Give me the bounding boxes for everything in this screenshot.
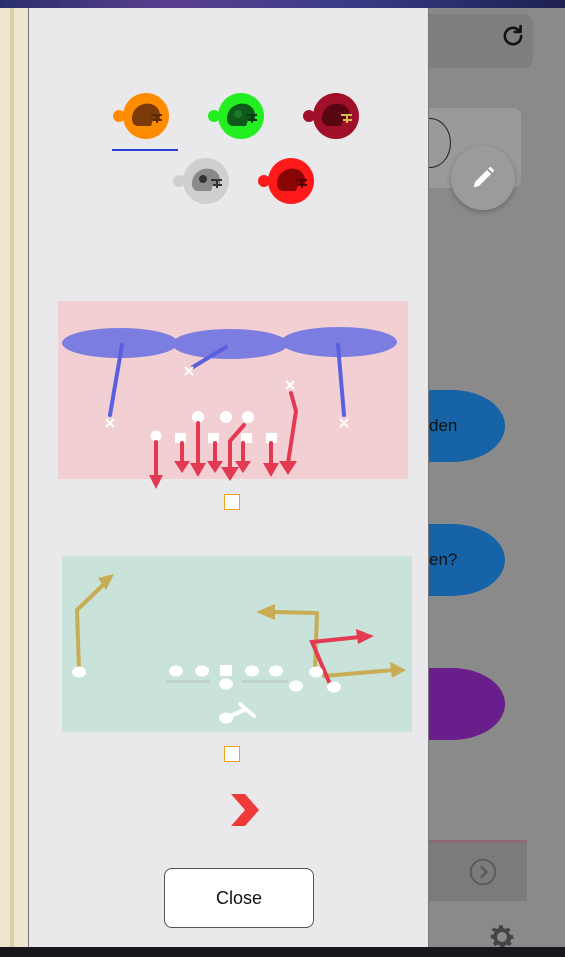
play-2-checkbox[interactable] [224, 746, 240, 762]
option-button-3[interactable] [429, 668, 505, 740]
helmet-icon [132, 103, 162, 126]
window-top-strip [0, 0, 565, 8]
gear-icon[interactable] [485, 920, 519, 947]
play-diagram-2[interactable] [62, 556, 412, 734]
team-option-4[interactable] [173, 158, 229, 208]
chevron-right-icon[interactable] [228, 792, 262, 828]
helmet-icon [227, 103, 257, 126]
team-option-2[interactable] [208, 93, 264, 143]
helmet-icon [192, 168, 222, 191]
window-bottom-strip [0, 947, 565, 957]
pencil-icon [473, 166, 495, 188]
selected-team-underline [112, 149, 178, 151]
team-option-5[interactable] [258, 158, 314, 208]
refresh-icon[interactable] [499, 22, 527, 50]
close-button[interactable]: Close [164, 868, 314, 928]
option-button-1[interactable]: den [429, 390, 505, 462]
helmet-icon [322, 103, 352, 126]
team-option-1[interactable] [113, 93, 169, 143]
play-1-checkbox[interactable] [224, 494, 240, 510]
option-label-2: en? [429, 550, 458, 569]
play-diagram-1[interactable] [58, 301, 408, 493]
background-app: den en? [429, 8, 565, 947]
send-icon[interactable] [469, 858, 497, 886]
left-edge [0, 8, 28, 947]
team-option-3[interactable] [303, 93, 359, 143]
play-selector-modal: Close [28, 8, 429, 947]
option-label-1: den [429, 416, 458, 435]
helmet-icon [277, 168, 307, 191]
option-button-2[interactable]: en? [429, 524, 505, 596]
